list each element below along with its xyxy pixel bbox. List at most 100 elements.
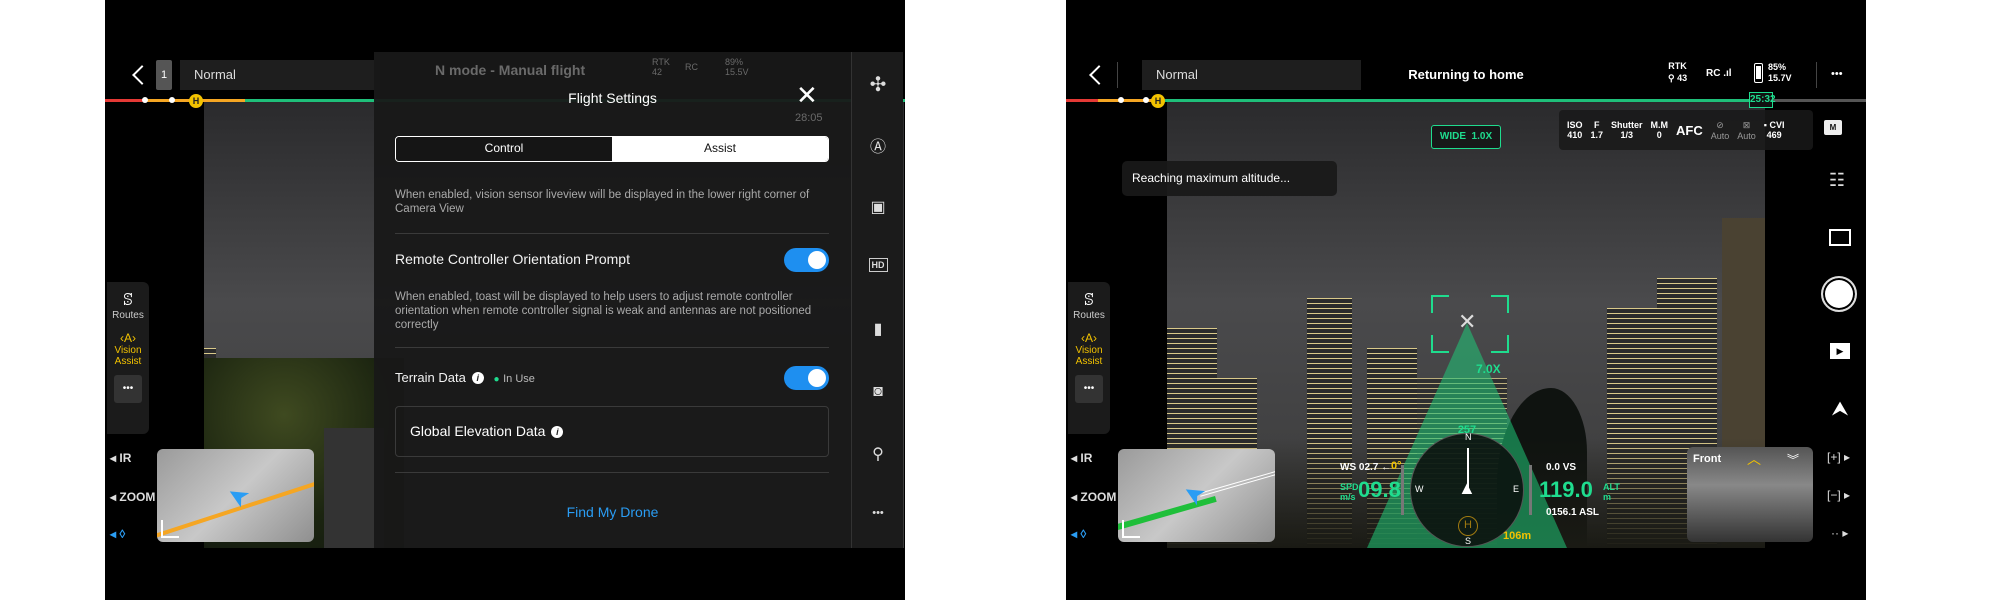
vision-direction-label: Front	[1693, 453, 1722, 465]
minimap[interactable]: ➤	[1118, 449, 1275, 542]
info-icon[interactable]: i	[471, 372, 484, 384]
bg-battery: 89% 15.5V	[725, 57, 749, 77]
battery-marker	[169, 97, 175, 103]
remote-controller-icon[interactable]: ▣	[863, 197, 893, 217]
playback-icon[interactable]: ▶	[1830, 343, 1850, 359]
info-icon[interactable]: i	[551, 426, 564, 438]
battery-bar-red	[1066, 99, 1098, 102]
more-button[interactable]: •••	[114, 375, 142, 403]
shutter-param[interactable]: Shutter 1/3	[1611, 120, 1643, 140]
vertical-speed: 0.0 VS	[1546, 462, 1576, 473]
waypoint-icon[interactable]: ◂ ◊	[110, 527, 125, 541]
divider	[1117, 62, 1118, 88]
camera-index-badge[interactable]: 1	[156, 60, 172, 90]
zoom-button[interactable]: ◂ ZOOM	[1071, 490, 1116, 504]
crosshair-icon: ✕	[1458, 309, 1477, 334]
white-balance[interactable]: ⊘ Auto	[1711, 120, 1730, 141]
more-button[interactable]: •••	[1075, 375, 1103, 403]
battery-marker	[1118, 97, 1124, 103]
battery-readout[interactable]: 85% 15.7V	[1768, 62, 1792, 84]
aircraft-icon: ▲	[1458, 478, 1476, 498]
camera-params-panel[interactable]: ISO 410 F 1.7 Shutter 1/3 M.M 0 AFC ⊘ Auto ⊠ A…	[1559, 110, 1813, 150]
flight-mode-box[interactable]: Normal	[180, 60, 380, 90]
navigation-arrow-icon[interactable]: ⮝	[1825, 398, 1855, 421]
vision-assist-icon[interactable]: ‹A›	[1068, 331, 1110, 345]
bg-battery-v: 15.5V	[725, 67, 749, 77]
close-icon[interactable]: ✕	[796, 80, 818, 111]
more-icon[interactable]: •••	[863, 507, 893, 519]
bg-battery-pct: 89%	[725, 57, 744, 67]
rc-prompt-desc: When enabled, toast will be displayed to…	[395, 291, 812, 331]
right-sidebar: ✣ Ⓐ ▣ HD ▮ ◙ ⚲ •••	[851, 52, 903, 548]
find-my-drone-link[interactable]: Find My Drone	[374, 504, 851, 520]
vision-liveview-desc: When enabled, vision sensor liveview wil…	[395, 189, 810, 215]
speed-unit: m/s	[1340, 492, 1356, 502]
routes-label[interactable]: Routes	[107, 310, 149, 321]
rc-signal[interactable]: RC .ıl	[1706, 68, 1732, 79]
battery-nav-icon[interactable]: ▮	[863, 319, 893, 339]
rtk-sats: 43	[1677, 73, 1688, 83]
flight-settings-panel: Flight Settings ✕ Control Assist When en…	[374, 52, 851, 548]
collapse-icon[interactable]: ︾	[1787, 451, 1799, 468]
tab-assist[interactable]: Assist	[612, 137, 828, 161]
drone-icon[interactable]: ✣	[863, 72, 893, 97]
back-icon[interactable]	[132, 65, 152, 85]
battery-bar-green	[1153, 99, 1750, 102]
aperture-param[interactable]: F 1.7	[1591, 120, 1604, 140]
alt-label: ALT	[1603, 482, 1620, 492]
left-screen: 1 Normal H ꕷ Routes ‹A› Vision Assist ••…	[105, 0, 905, 600]
lens-zoom-badge[interactable]: WIDE 1.0X	[1431, 125, 1501, 149]
routes-label[interactable]: Routes	[1068, 310, 1110, 321]
param-label: F	[1594, 120, 1600, 130]
shutter-button[interactable]	[1821, 276, 1857, 312]
routes-icon[interactable]: ꕷ	[107, 292, 149, 310]
zoom-button[interactable]: ◂ ZOOM	[110, 490, 155, 504]
tab-control[interactable]: Control	[396, 137, 612, 161]
vision-assist-label[interactable]: Vision Assist	[107, 345, 149, 367]
global-elevation-row[interactable]: Global Elevation Data i	[395, 406, 829, 457]
battery-bar-red	[105, 99, 145, 102]
vision-assist-icon[interactable]: ‹A›	[107, 331, 149, 345]
zoom-in-button[interactable]: [+] ▸	[1827, 450, 1850, 464]
color-mode[interactable]: ⊠ Auto	[1737, 120, 1756, 141]
auto-pilot-icon[interactable]: Ⓐ	[863, 133, 893, 157]
rc-prompt-label: Remote Controller Orientation Prompt	[395, 251, 630, 267]
more-tools-button[interactable]: ·· ▸	[1831, 526, 1848, 540]
more-menu-button[interactable]: •••	[1831, 68, 1843, 80]
vision-assist-view[interactable]: Front ︿ ︾	[1687, 447, 1813, 542]
bg-rtk-sats: 42	[652, 67, 663, 77]
param-label: Shutter	[1611, 120, 1643, 130]
rc-prompt-toggle[interactable]	[784, 248, 829, 272]
camera-icon[interactable]: ◙	[863, 383, 893, 401]
ir-button[interactable]: ◂ IR	[110, 451, 131, 465]
zoom-out-button[interactable]: [−] ▸	[1827, 488, 1850, 502]
home-marker-icon: H	[1151, 94, 1165, 108]
chevron-up-icon[interactable]: ︿	[1747, 449, 1761, 469]
map-expand-icon[interactable]	[1122, 520, 1140, 538]
ir-button[interactable]: ◂ IR	[1071, 451, 1092, 465]
storage[interactable]: ▪ CVI 469	[1764, 120, 1785, 140]
settings-sliders-icon[interactable]: ☷	[1822, 170, 1852, 191]
minimap[interactable]: ➤	[157, 449, 314, 542]
terrain-data-toggle[interactable]	[784, 366, 829, 390]
divider	[395, 472, 829, 473]
hd-icon[interactable]: HD	[863, 258, 893, 272]
color-icon: ⊠	[1742, 119, 1751, 130]
camera-mode-icon[interactable]: M	[1824, 120, 1842, 135]
flight-mode-box[interactable]: Normal	[1142, 60, 1361, 90]
waypoint-icon[interactable]: ◂ ◊	[1071, 527, 1086, 541]
satellite-icon[interactable]: ⚲	[863, 444, 893, 464]
left-menu-panel: ꕷ Routes ‹A› Vision Assist •••	[1068, 282, 1110, 434]
param-value: 1.7	[1590, 130, 1604, 140]
toast-message: Reaching maximum altitude...	[1122, 161, 1337, 196]
ev-param[interactable]: M.M 0	[1651, 120, 1669, 140]
routes-icon[interactable]: ꕷ	[1068, 292, 1110, 310]
map-expand-icon[interactable]	[161, 520, 179, 538]
back-icon[interactable]	[1089, 65, 1109, 85]
divider	[1816, 62, 1817, 88]
vision-assist-label[interactable]: Vision Assist	[1068, 345, 1110, 367]
iso-param[interactable]: ISO 410	[1567, 120, 1583, 140]
frame-icon[interactable]	[1829, 229, 1851, 246]
focus-mode[interactable]: AFC	[1676, 123, 1703, 138]
rtk-status[interactable]: RTK ⚲ 43	[1668, 60, 1687, 84]
